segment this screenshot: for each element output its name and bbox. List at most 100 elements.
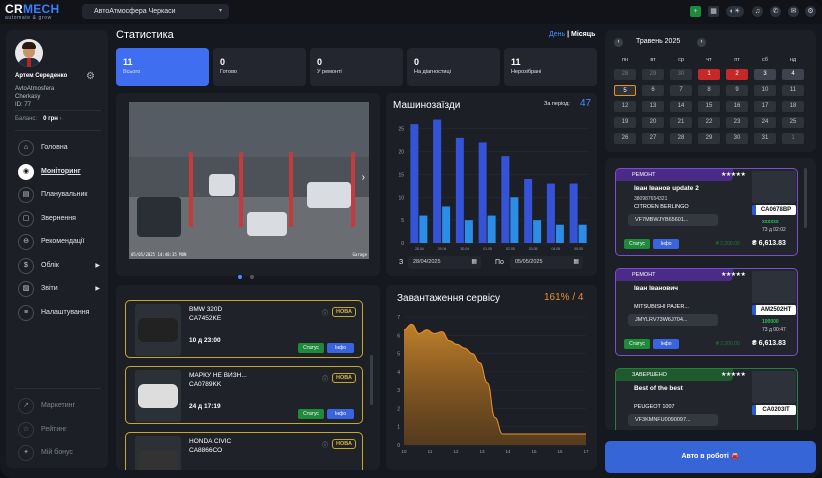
chevron-left-icon[interactable]: ‹: [614, 38, 623, 47]
calendar-day[interactable]: 15: [698, 101, 720, 112]
settings-icon[interactable]: ⚙: [805, 6, 816, 17]
calendar-day[interactable]: 19: [614, 117, 636, 128]
car-photo: [752, 271, 796, 303]
from-date-input[interactable]: 28/04/2025 ▦: [408, 256, 481, 269]
calendar-day[interactable]: 24: [754, 117, 776, 128]
calendar-day[interactable]: 4: [782, 69, 804, 80]
calendar-day[interactable]: 1: [698, 69, 720, 80]
info-icon[interactable]: ⓘ: [322, 374, 328, 383]
info-button[interactable]: Інфо: [327, 343, 354, 353]
calendar-day[interactable]: 28: [614, 69, 636, 80]
calendar-day[interactable]: 2: [726, 69, 748, 80]
info-icon[interactable]: ⓘ: [322, 440, 328, 449]
calendar-day[interactable]: 23: [726, 117, 748, 128]
calendar-day[interactable]: 26: [614, 133, 636, 144]
calendar-day[interactable]: 20: [642, 117, 664, 128]
nav-item-0[interactable]: ⌂ Головна: [12, 140, 104, 156]
status-button[interactable]: Статус: [298, 409, 324, 419]
nav-bottom-item-1[interactable]: ☆ Рейтинг: [12, 421, 104, 438]
calendar-day[interactable]: 17: [754, 101, 776, 112]
cars-in-work-button[interactable]: Авто в роботі 🚘: [605, 441, 816, 473]
phone-icon[interactable]: ✆: [770, 6, 781, 17]
nav-item-4[interactable]: ⊖ Рекомендації: [12, 234, 104, 250]
to-date-input[interactable]: 05/05/2025 ▦: [510, 256, 583, 269]
calendar-day[interactable]: 25: [782, 117, 804, 128]
scrollbar[interactable]: [804, 168, 807, 228]
period-day[interactable]: День: [549, 31, 565, 38]
chevron-right-icon[interactable]: ›: [697, 38, 706, 47]
status-button[interactable]: Статус: [298, 343, 324, 353]
calendar-day[interactable]: 11: [782, 85, 804, 96]
nav-item-1[interactable]: ◉ Моніторинг: [12, 163, 104, 180]
scrollbar[interactable]: [370, 355, 373, 405]
status-button[interactable]: Статус: [624, 239, 650, 249]
station-select[interactable]: АвтоАтмосфера Черкаси ▾: [82, 4, 229, 19]
nav-item-2[interactable]: ▤ Планувальник: [12, 187, 104, 203]
calendar-day[interactable]: 14: [670, 101, 692, 112]
vin-field[interactable]: VF3KMNFU0090097...: [628, 414, 718, 426]
chat-icon[interactable]: ✉: [788, 6, 799, 17]
nav-bottom-item-0[interactable]: ↗ Маркетинг: [12, 398, 104, 414]
calendar-day[interactable]: 28: [670, 133, 692, 144]
job-card[interactable]: РЕМОНТ ★★★★★ Іван Іванович MITSUBISHI PA…: [615, 268, 798, 356]
calendar-day[interactable]: 18: [782, 101, 804, 112]
vehicle-card[interactable]: BMW 320D CA7452KE 10 д 23:00 ⓘ НОВА Стат…: [125, 300, 363, 358]
calendar-day[interactable]: 8: [698, 85, 720, 96]
calendar-day[interactable]: 12: [614, 101, 636, 112]
period-month[interactable]: Місяць: [571, 31, 595, 38]
job-card[interactable]: РЕМОНТ ★★★★★ Іван Іванов update 2 380987…: [615, 168, 798, 256]
theme-toggle-icon[interactable]: ◐☀: [726, 6, 744, 17]
vin-field[interactable]: VF7MBWJYB65601...: [628, 214, 718, 226]
logo[interactable]: CRMECH automate & grow: [5, 3, 81, 21]
calendar-day[interactable]: 16: [726, 101, 748, 112]
info-icon[interactable]: ⓘ: [322, 308, 328, 317]
info-button[interactable]: Інфо: [653, 239, 679, 249]
calendar-day[interactable]: 10: [754, 85, 776, 96]
calendar-day[interactable]: 30: [726, 133, 748, 144]
carousel-dot[interactable]: [238, 275, 242, 279]
calendar-day[interactable]: 13: [642, 101, 664, 112]
stat-card[interactable]: 0 На діагностиці: [407, 48, 500, 86]
stat-card[interactable]: 0 Готово: [213, 48, 306, 86]
calendar-day[interactable]: 7: [670, 85, 692, 96]
balance[interactable]: Баланс: 0 грн ›: [15, 116, 62, 122]
paid-amount: ₴ 2,200.00: [716, 241, 740, 247]
nav-item-7[interactable]: ≡ Налаштування: [12, 304, 104, 321]
calendar-day[interactable]: 29: [698, 133, 720, 144]
vehicle-card[interactable]: HONDA CIVIC CA8866CO ⓘ НОВА Статус Інфо: [125, 432, 363, 470]
nav-bottom-item-2[interactable]: ✦ Мій бонус: [12, 445, 104, 461]
calendar-day[interactable]: 30: [670, 69, 692, 80]
job-card[interactable]: ЗАВЕРШЕНО ★★★★★ Best of the best PEUGEOT…: [615, 368, 798, 430]
period-toggle[interactable]: День | Місяць: [549, 31, 595, 38]
calendar-day[interactable]: 22: [698, 117, 720, 128]
calendar-day[interactable]: 9: [726, 85, 748, 96]
calendar-day[interactable]: 31: [754, 133, 776, 144]
calendar-day[interactable]: 21: [670, 117, 692, 128]
info-button[interactable]: Інфо: [327, 409, 354, 419]
carousel-dot[interactable]: [250, 275, 254, 279]
nav-item-6[interactable]: ▨ Звіти ▶: [12, 281, 104, 297]
stat-card[interactable]: 11 Всього: [116, 48, 209, 86]
calendar-day[interactable]: 1: [782, 133, 804, 144]
calendar-day[interactable]: 3: [754, 69, 776, 80]
calendar-day[interactable]: 27: [642, 133, 664, 144]
vin-field[interactable]: JMYLRV73W6J704...: [628, 314, 718, 326]
chevron-right-icon[interactable]: ›: [362, 172, 365, 183]
calendar-icon[interactable]: ▦: [708, 6, 719, 17]
gear-icon[interactable]: ⚙: [86, 71, 95, 82]
headset-icon[interactable]: ♫: [752, 6, 763, 17]
info-button[interactable]: Інфо: [653, 339, 679, 349]
calendar-day[interactable]: 29: [642, 69, 664, 80]
x-tick-label: 13: [479, 449, 485, 454]
calendar-day[interactable]: 5: [614, 85, 636, 96]
stat-card[interactable]: 0 У ремонті: [310, 48, 403, 86]
camera-feed[interactable]: 05/05/2025 14:48:35 MON Garage ›: [129, 102, 369, 259]
nav-item-3[interactable]: ▢ Звернення: [12, 210, 104, 227]
plus-icon[interactable]: +: [690, 6, 701, 17]
stat-card[interactable]: 11 Нерозібрані: [504, 48, 597, 86]
nav-item-5[interactable]: $ Облік ▶: [12, 257, 104, 274]
vehicle-card[interactable]: МАРКУ НЕ ВИЗН... CA0789KK 24 д 17:19 ⓘ Н…: [125, 366, 363, 424]
avatar[interactable]: [15, 39, 43, 67]
status-button[interactable]: Статус: [624, 339, 650, 349]
calendar-day[interactable]: 6: [642, 85, 664, 96]
